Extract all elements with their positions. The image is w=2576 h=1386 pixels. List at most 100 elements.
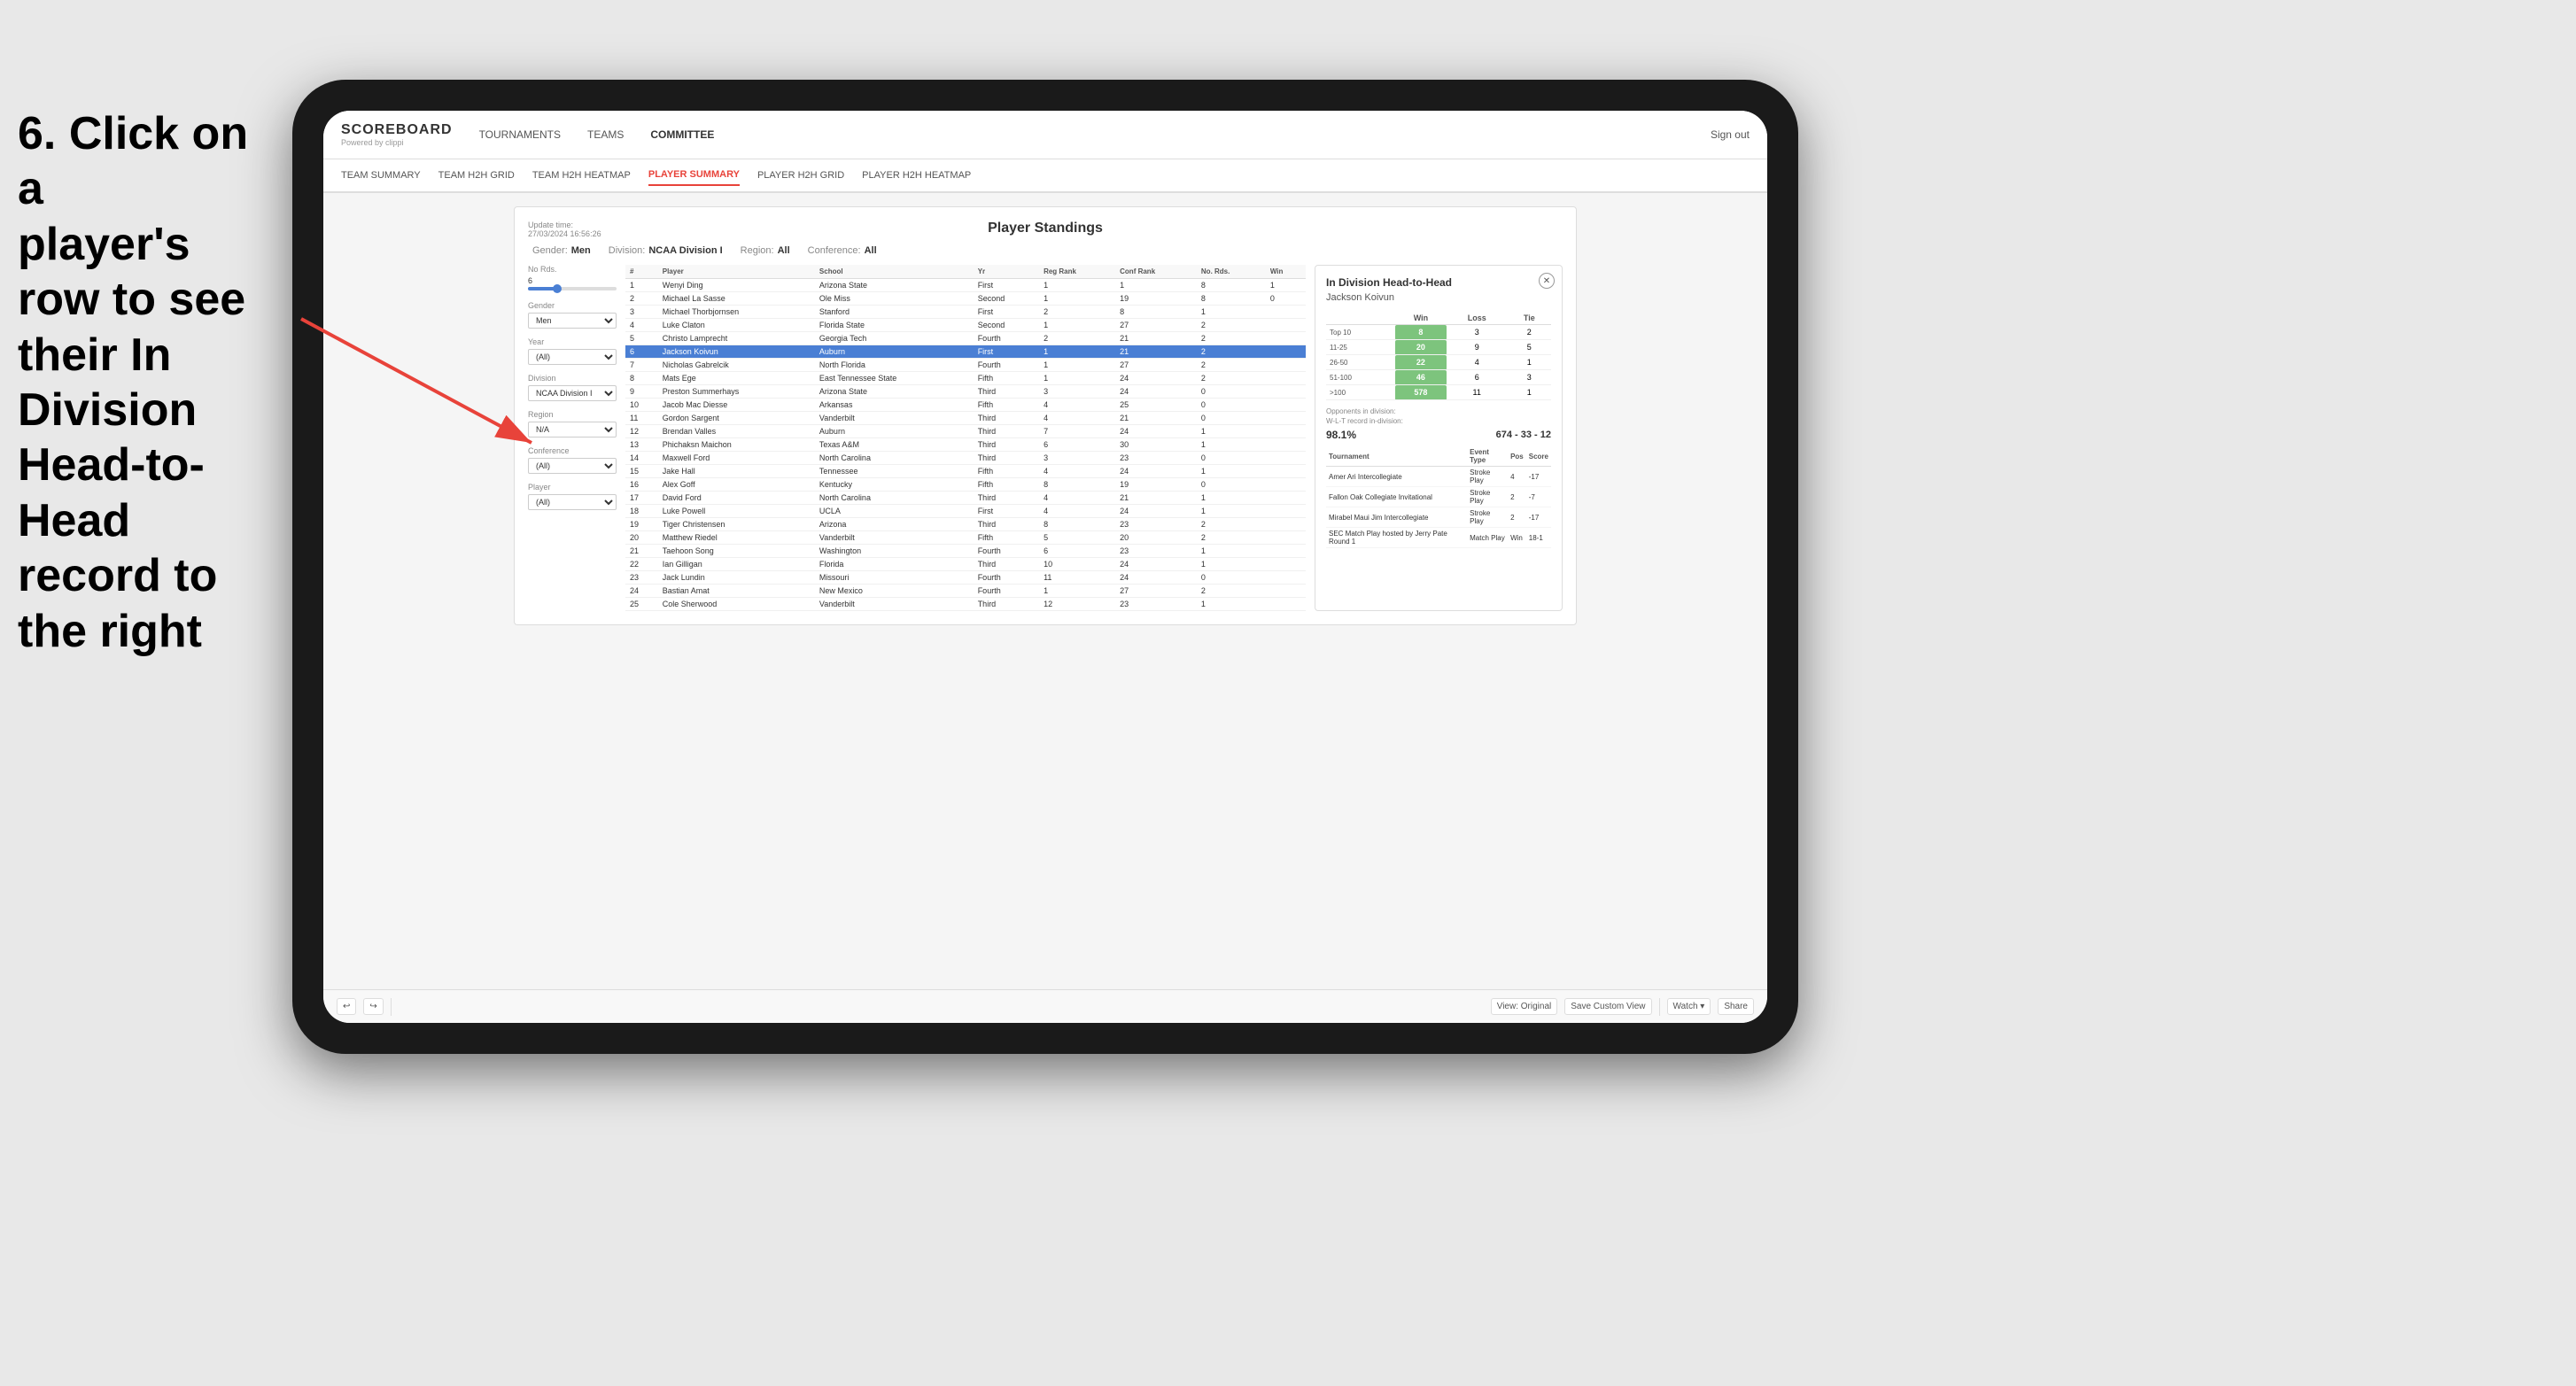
table-row[interactable]: 24 Bastian Amat New Mexico Fourth 1 27 2 — [625, 585, 1306, 598]
table-row[interactable]: 25 Cole Sherwood Vanderbilt Third 12 23 … — [625, 598, 1306, 611]
filter-player-label: Player — [528, 483, 617, 492]
cell-school: Georgia Tech — [815, 332, 974, 345]
wl-label: W-L-T record in-division: — [1326, 417, 1551, 425]
wl-record: 674 - 33 - 12 — [1496, 430, 1551, 440]
instruction-line-3: their In Division — [18, 329, 197, 436]
cell-reg: 1 — [1039, 359, 1115, 372]
h2h-tie: 2 — [1508, 325, 1551, 340]
col-no-rds: No. Rds. — [1197, 265, 1266, 279]
division-select[interactable]: NCAA Division I — [528, 385, 617, 401]
cell-rds: 1 — [1197, 306, 1266, 319]
slider-container[interactable] — [528, 285, 617, 292]
nav-committee[interactable]: COMMITTEE — [650, 124, 714, 145]
close-h2h-button[interactable]: ✕ — [1539, 273, 1555, 289]
col-school: School — [815, 265, 974, 279]
table-row[interactable]: 22 Ian Gilligan Florida Third 10 24 1 — [625, 558, 1306, 571]
tournament-type: Match Play — [1467, 528, 1508, 548]
cell-conf: 23 — [1115, 452, 1197, 465]
redo-button[interactable]: ↪ — [363, 998, 383, 1015]
cell-rds: 2 — [1197, 345, 1266, 359]
nav-tournaments[interactable]: TOURNAMENTS — [479, 124, 561, 145]
filter-region: Region: All — [741, 245, 790, 256]
h2h-row: 11-25 20 9 5 — [1326, 340, 1551, 355]
sub-nav-team-h2h-grid[interactable]: TEAM H2H GRID — [438, 166, 515, 185]
tournament-score: -7 — [1526, 487, 1551, 507]
cell-conf: 23 — [1115, 545, 1197, 558]
table-row[interactable]: 17 David Ford North Carolina Third 4 21 … — [625, 492, 1306, 505]
year-select[interactable]: (All) — [528, 349, 617, 365]
table-row[interactable]: 19 Tiger Christensen Arizona Third 8 23 … — [625, 518, 1306, 531]
watch-button[interactable]: Watch ▾ — [1667, 998, 1711, 1015]
table-row[interactable]: 12 Brendan Valles Auburn Third 7 24 1 — [625, 425, 1306, 438]
cell-reg: 1 — [1039, 292, 1115, 306]
cell-num: 2 — [625, 292, 658, 306]
sub-nav-player-h2h-grid[interactable]: PLAYER H2H GRID — [757, 166, 844, 185]
table-row[interactable]: 18 Luke Powell UCLA First 4 24 1 — [625, 505, 1306, 518]
tournament-score: -17 — [1526, 507, 1551, 528]
table-row[interactable]: 7 Nicholas Gabrelcik North Florida Fourt… — [625, 359, 1306, 372]
sub-nav-player-h2h-heatmap[interactable]: PLAYER H2H HEATMAP — [862, 166, 971, 185]
table-row[interactable]: 3 Michael Thorbjornsen Stanford First 2 … — [625, 306, 1306, 319]
sign-out-button[interactable]: Sign out — [1711, 128, 1750, 141]
cell-player: Luke Powell — [658, 505, 815, 518]
cell-player: Nicholas Gabrelcik — [658, 359, 815, 372]
cell-win — [1266, 452, 1306, 465]
tournament-row: Mirabel Maui Jim Intercollegiate Stroke … — [1326, 507, 1551, 528]
table-row[interactable]: 16 Alex Goff Kentucky Fifth 8 19 0 — [625, 478, 1306, 492]
sub-nav-team-h2h-heatmap[interactable]: TEAM H2H HEATMAP — [532, 166, 631, 185]
tournament-col-4: Score — [1526, 446, 1551, 467]
cell-rds: 1 — [1197, 465, 1266, 478]
table-row[interactable]: 5 Christo Lamprecht Georgia Tech Fourth … — [625, 332, 1306, 345]
cell-player: Taehoon Song — [658, 545, 815, 558]
region-select[interactable]: N/A — [528, 422, 617, 437]
share-button[interactable]: Share — [1718, 998, 1754, 1015]
cell-yr: Fourth — [974, 571, 1039, 585]
table-row[interactable]: 15 Jake Hall Tennessee Fifth 4 24 1 — [625, 465, 1306, 478]
cell-num: 20 — [625, 531, 658, 545]
conference-select[interactable]: (All) — [528, 458, 617, 474]
filter-conference: Conference: All — [808, 245, 877, 256]
player-select[interactable]: (All) — [528, 494, 617, 510]
undo-button[interactable]: ↩ — [337, 998, 356, 1015]
table-row[interactable]: 8 Mats Ege East Tennessee State Fifth 1 … — [625, 372, 1306, 385]
top-nav: SCOREBOARD Powered by clippi TOURNAMENTS… — [323, 111, 1767, 159]
table-row[interactable]: 9 Preston Summerhays Arizona State Third… — [625, 385, 1306, 399]
tournament-type: Stroke Play — [1467, 507, 1508, 528]
cell-win — [1266, 438, 1306, 452]
cell-win — [1266, 399, 1306, 412]
filter-gender: Gender: Men — [532, 245, 591, 256]
table-row[interactable]: 23 Jack Lundin Missouri Fourth 11 24 0 — [625, 571, 1306, 585]
table-row[interactable]: 4 Luke Claton Florida State Second 1 27 … — [625, 319, 1306, 332]
table-row[interactable]: 20 Matthew Riedel Vanderbilt Fifth 5 20 … — [625, 531, 1306, 545]
cell-school: Arizona State — [815, 385, 974, 399]
cell-num: 19 — [625, 518, 658, 531]
sub-nav-player-summary[interactable]: PLAYER SUMMARY — [648, 165, 740, 186]
gender-select[interactable]: Men — [528, 313, 617, 329]
tournament-score: 18-1 — [1526, 528, 1551, 548]
cell-reg: 8 — [1039, 478, 1115, 492]
nav-teams[interactable]: TEAMS — [587, 124, 624, 145]
table-row[interactable]: 1 Wenyi Ding Arizona State First 1 1 8 1 — [625, 279, 1306, 292]
cell-win — [1266, 319, 1306, 332]
cell-player: Jackson Koivun — [658, 345, 815, 359]
opponents-pct: 98.1% — [1326, 429, 1356, 441]
tablet-screen: SCOREBOARD Powered by clippi TOURNAMENTS… — [323, 111, 1767, 1023]
filter-division-group: Division NCAA Division I — [528, 374, 617, 401]
cell-school: UCLA — [815, 505, 974, 518]
cell-rds: 2 — [1197, 585, 1266, 598]
cell-win — [1266, 492, 1306, 505]
table-row[interactable]: 6 Jackson Koivun Auburn First 1 21 2 — [625, 345, 1306, 359]
tournament-pos: 2 — [1508, 487, 1526, 507]
sub-nav-team-summary[interactable]: TEAM SUMMARY — [341, 166, 421, 185]
save-custom-view-button[interactable]: Save Custom View — [1564, 998, 1651, 1015]
cell-num: 7 — [625, 359, 658, 372]
table-row[interactable]: 21 Taehoon Song Washington Fourth 6 23 1 — [625, 545, 1306, 558]
table-row[interactable]: 10 Jacob Mac Diesse Arkansas Fifth 4 25 … — [625, 399, 1306, 412]
table-row[interactable]: 11 Gordon Sargent Vanderbilt Third 4 21 … — [625, 412, 1306, 425]
table-row[interactable]: 13 Phichaksn Maichon Texas A&M Third 6 3… — [625, 438, 1306, 452]
table-row[interactable]: 2 Michael La Sasse Ole Miss Second 1 19 … — [625, 292, 1306, 306]
table-row[interactable]: 14 Maxwell Ford North Carolina Third 3 2… — [625, 452, 1306, 465]
col-conf-rank: Conf Rank — [1115, 265, 1197, 279]
view-original-button[interactable]: View: Original — [1491, 998, 1558, 1015]
cell-reg: 4 — [1039, 492, 1115, 505]
